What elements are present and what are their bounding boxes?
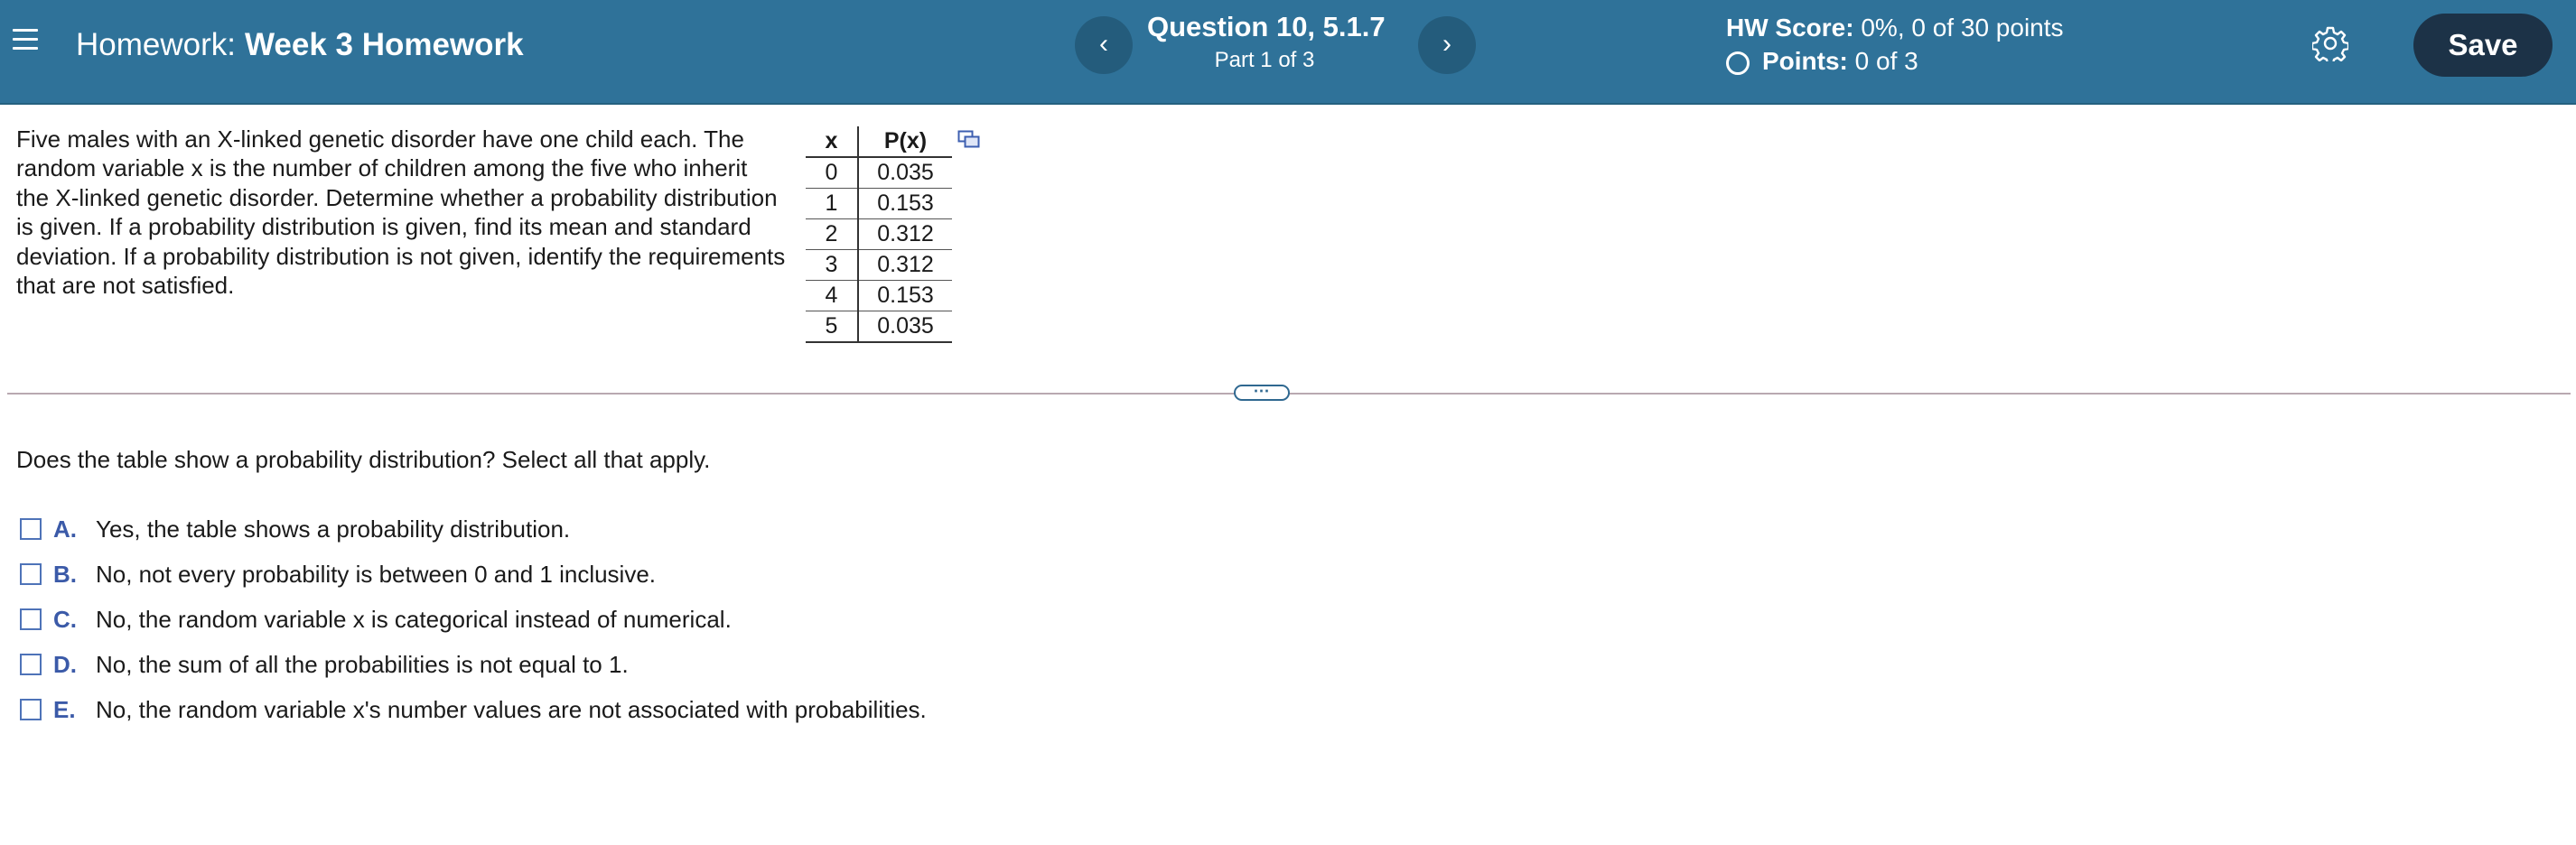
top-bar: Homework: Week 3 Homework ‹ Question 10, … — [0, 0, 2576, 105]
checkbox[interactable] — [20, 654, 42, 675]
next-question-button[interactable]: › — [1418, 16, 1476, 74]
cell-px: 0.312 — [858, 218, 952, 250]
cell-px: 0.153 — [858, 188, 952, 219]
hw-score-value: 0%, 0 of 30 points — [1861, 14, 2064, 42]
column-header-x: x — [806, 126, 859, 158]
hw-score: HW Score: 0%, 0 of 30 points — [1726, 12, 2064, 44]
gear-icon[interactable] — [2312, 25, 2348, 61]
cell-x: 2 — [806, 218, 859, 250]
option-letter: A. — [53, 515, 77, 543]
homework-label: Homework: — [76, 27, 236, 62]
points-status-circle-icon — [1726, 51, 1750, 75]
save-button[interactable]: Save — [2413, 14, 2553, 77]
table-row: 4 0.153 — [806, 280, 952, 311]
homework-title: Homework: Week 3 Homework — [76, 26, 524, 64]
copy-table-icon[interactable] — [957, 130, 981, 150]
cell-x: 0 — [806, 157, 859, 189]
option-text: No, the sum of all the probabilities is … — [96, 651, 629, 678]
column-header-px: P(x) — [858, 126, 952, 158]
option-letter: E. — [53, 696, 76, 723]
cell-px: 0.035 — [858, 157, 952, 189]
cell-x: 3 — [806, 249, 859, 281]
table-row: 5 0.035 — [806, 311, 952, 343]
chevron-right-icon: › — [1442, 29, 1451, 59]
option-text: Yes, the table shows a probability distr… — [96, 515, 571, 543]
chevron-left-icon: ‹ — [1099, 29, 1108, 59]
checkbox[interactable] — [20, 699, 42, 720]
table-row: 0 0.035 — [806, 157, 952, 189]
option-letter: B. — [53, 561, 77, 588]
question-title: Question 10, 5.1.7 — [1147, 11, 1386, 42]
hw-score-label: HW Score: — [1726, 14, 1854, 42]
cell-px: 0.035 — [858, 311, 952, 343]
table-row: 1 0.153 — [806, 188, 952, 219]
table-row: 3 0.312 — [806, 249, 952, 281]
checkbox[interactable] — [20, 518, 42, 540]
points: Points: 0 of 3 — [1726, 45, 1918, 78]
checkbox[interactable] — [20, 608, 42, 630]
cell-px: 0.312 — [858, 249, 952, 281]
expand-ellipsis-button[interactable]: ⋯ — [1234, 383, 1290, 401]
points-value: 0 of 3 — [1854, 47, 1918, 75]
option-letter: D. — [53, 651, 77, 678]
previous-question-button[interactable]: ‹ — [1075, 16, 1133, 74]
probability-table: x P(x) 0 0.035 1 0.153 2 0.312 3 0.312 4 0.15… — [806, 126, 952, 343]
problem-statement: Five males with an X-linked genetic diso… — [16, 125, 786, 300]
homework-name: Week 3 Homework — [244, 27, 524, 62]
cell-x: 1 — [806, 188, 859, 219]
question-prompt: Does the table show a probability distri… — [16, 446, 711, 473]
points-label: Points: — [1762, 47, 1848, 75]
table-header-row: x P(x) — [806, 126, 952, 158]
cell-x: 4 — [806, 280, 859, 311]
cell-x: 5 — [806, 311, 859, 343]
cell-px: 0.153 — [858, 280, 952, 311]
checkbox[interactable] — [20, 563, 42, 585]
option-text: No, the random variable x is categorical… — [96, 606, 732, 633]
table-row: 2 0.312 — [806, 218, 952, 250]
option-text: No, the random variable x's number value… — [96, 696, 927, 723]
option-letter: C. — [53, 606, 77, 633]
hamburger-menu-icon[interactable] — [11, 25, 40, 54]
question-part: Part 1 of 3 — [1214, 48, 1315, 72]
option-text: No, not every probability is between 0 a… — [96, 561, 657, 588]
